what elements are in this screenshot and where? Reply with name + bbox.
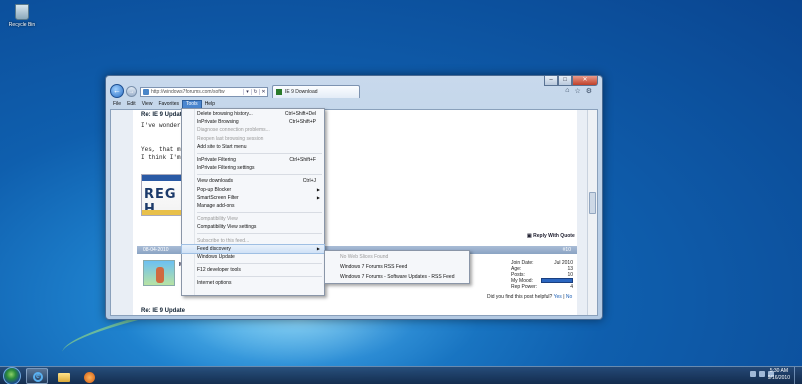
mood-badge [541,278,573,283]
info-row: Rep Power: 4 [511,284,573,290]
taskbar-media-player-button[interactable] [78,368,100,384]
menu-item-manage-addons[interactable]: Manage add-ons [182,202,324,210]
menu-item-windows-update[interactable]: Windows Update [182,253,324,261]
menu-item-popup-blocker[interactable]: Pop-up Blocker ▶ [182,186,324,194]
submenu-item-rss-feed[interactable]: Windows 7 Forums RSS Feed [325,262,469,272]
home-icon[interactable]: ⌂ [565,87,569,95]
vertical-scrollbar[interactable] [587,110,597,315]
favorites-star-icon[interactable]: ☆ [574,87,580,95]
tab-favicon [276,89,282,95]
next-post-title: Re: IE 9 Update [141,308,186,314]
recycle-bin-label: Recycle Bin [8,22,36,28]
menu-item-diagnose: Diagnose connection problems... [197,127,270,134]
avatar[interactable] [143,260,175,286]
menu-item-inprivate-filtering-settings[interactable]: InPrivate Filtering settings [182,164,324,172]
reply-with-quote-button[interactable]: ▣ Reply With Quote [527,233,575,239]
recycle-bin-icon [15,4,29,20]
command-icons: ⌂ ☆ ⚙ [565,87,592,95]
media-player-icon [84,372,95,383]
menu-item-feed-discovery[interactable]: Feed discovery ▶ [181,243,325,254]
page-left-margin [111,110,133,315]
site-favicon [143,89,149,95]
back-button[interactable]: ← [110,84,124,98]
tools-dropdown-menu: Delete browsing history... Ctrl+Shift+Del… [181,108,325,296]
helpful-text: Did you find this post helpful? [487,294,553,300]
taskbar-explorer-button[interactable] [52,368,74,384]
system-clock[interactable]: 5:30 AM 9/16/2010 [768,368,790,382]
tray-flag-icon[interactable] [750,371,756,377]
page-right-margin [577,110,587,315]
taskbar: e 5:30 AM 9/16/2010 [0,366,802,384]
reply-label: Reply With Quote [533,233,575,239]
menu-separator [197,212,322,214]
menu-item-internet-options[interactable]: Internet options [182,279,324,287]
menu-separator [197,233,322,235]
helpful-no-link[interactable]: No [566,294,572,300]
menu-item-delete-history[interactable]: Delete browsing history... Ctrl+Shift+Del [182,110,324,118]
show-desktop-button[interactable] [794,367,802,384]
start-button[interactable] [3,367,21,384]
submenu-item-no-web-slices: No Web Slices Found [340,254,389,260]
menu-item-inprivate-browsing[interactable]: InPrivate Browsing Ctrl+Shift+P [182,118,324,126]
helpful-prompt: Did you find this post helpful? Yes | No [487,294,572,300]
menu-item-smartscreen[interactable]: SmartScreen Filter ▶ [182,194,324,202]
menu-item-compat-view: Compatibility View [197,216,238,223]
address-bar[interactable]: http://windows7forums.com/softw ▾ ↻ ✕ [140,87,268,97]
stop-icon[interactable]: ✕ [259,89,267,95]
post-title: Re: IE 9 Update [141,112,186,118]
tools-gear-icon[interactable]: ⚙ [586,87,592,95]
navigation-bar: ← → http://windows7forums.com/softw ▾ ↻ … [110,84,600,100]
menu-edit[interactable]: Edit [124,100,139,109]
address-url[interactable]: http://windows7forums.com/softw [151,89,243,95]
menu-separator [197,174,322,176]
taskbar-ie-button[interactable]: e [26,368,48,384]
clock-time: 5:30 AM [769,368,789,374]
internet-explorer-icon: e [33,372,43,382]
recycle-bin-shortcut[interactable]: Recycle Bin [2,4,42,28]
clock-date: 9/16/2010 [767,375,790,381]
submenu-arrow-icon: ▶ [316,245,320,251]
menu-file[interactable]: File [110,100,124,109]
refresh-icon[interactable]: ↻ [251,89,259,95]
menu-item-f12-tools[interactable]: F12 developer tools [182,266,324,274]
user-info: Join Date: Jul 2010 Age: 13 Posts: 10 My Mo… [511,260,573,290]
folder-icon [58,373,70,382]
menu-item-reopen-session: Reopen last browsing session [197,135,264,142]
post-date: 08-04-2010 [143,247,169,253]
compat-view-icon[interactable]: ▾ [243,89,251,95]
submenu-arrow-icon: ▶ [316,194,320,200]
menu-item-inprivate-filtering[interactable]: InPrivate Filtering Ctrl+Shift+F [182,156,324,164]
menu-view[interactable]: View [139,100,156,109]
menu-item-view-downloads[interactable]: View downloads Ctrl+J [182,177,324,185]
menu-item-add-to-start[interactable]: Add site to Start menu [182,143,324,151]
scrollbar-thumb[interactable] [589,192,596,214]
menu-separator [197,152,322,154]
menu-separator [197,276,322,278]
menu-favorites[interactable]: Favorites [155,100,182,109]
post-number-link[interactable]: #10 [563,246,571,254]
browser-tab[interactable]: IE 9 Download [272,85,360,98]
submenu-arrow-icon: ▶ [316,186,320,192]
submenu-item-software-updates-feed[interactable]: Windows 7 Forums - Software Updates - RS… [325,272,469,282]
feed-discovery-submenu: No Web Slices Found Windows 7 Forums RSS… [324,250,470,284]
forward-button[interactable]: → [126,86,137,97]
tab-title: IE 9 Download [285,89,318,95]
menu-item-compat-settings[interactable]: Compatibility View settings [182,223,324,231]
menu-separator [197,263,322,264]
menu-item-subscribe-feed: Subscribe to this feed... [197,237,250,244]
helpful-yes-link[interactable]: Yes [554,294,562,300]
tray-network-icon[interactable] [759,371,765,377]
helpful-separator: | [563,294,565,300]
